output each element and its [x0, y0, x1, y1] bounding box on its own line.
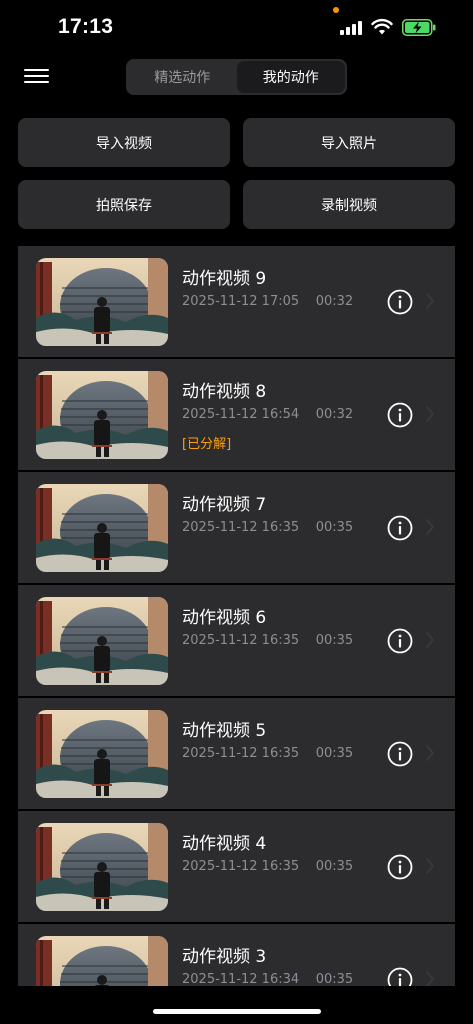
video-date: 2025-11-12 16:34 [182, 972, 300, 986]
tab-my-actions[interactable]: 我的动作 [236, 61, 345, 93]
video-thumbnail [36, 710, 168, 798]
video-duration: 00:35 [315, 859, 354, 874]
video-date: 2025-11-12 17:05 [182, 294, 300, 309]
video-list-item[interactable]: 动作视频 8 2025-11-12 16:54 00:32 [已分解] [18, 359, 455, 472]
video-date: 2025-11-12 16:35 [182, 520, 300, 535]
info-icon[interactable] [387, 515, 413, 541]
status-time: 17:13 [58, 15, 114, 38]
chevron-right-icon [426, 519, 435, 535]
video-duration: 00:35 [315, 972, 354, 986]
video-title: 动作视频 4 [182, 834, 267, 854]
video-date: 2025-11-12 16:35 [182, 859, 300, 874]
video-date: 2025-11-12 16:35 [182, 746, 300, 761]
video-title: 动作视频 3 [182, 947, 267, 967]
video-title: 动作视频 8 [182, 382, 267, 402]
privacy-indicator-dot [333, 7, 339, 13]
video-duration: 00:35 [315, 520, 354, 535]
tab-featured-actions[interactable]: 精选动作 [128, 61, 237, 93]
info-icon[interactable] [387, 289, 413, 315]
video-meta: 2025-11-12 17:05 00:32 [182, 294, 353, 309]
video-date: 2025-11-12 16:54 [182, 407, 300, 422]
chevron-right-icon [426, 293, 435, 309]
chevron-right-icon [426, 971, 435, 986]
video-thumbnail [36, 371, 168, 459]
video-thumbnail [36, 823, 168, 911]
video-thumbnail [36, 597, 168, 685]
action-buttons: 导入视频 导入照片 拍照保存 录制视频 [18, 118, 455, 229]
info-icon[interactable] [387, 402, 413, 428]
segmented-control: 精选动作 我的动作 [126, 59, 347, 95]
chevron-right-icon [426, 858, 435, 874]
video-list-item[interactable]: 动作视频 6 2025-11-12 16:35 00:35 [18, 585, 455, 698]
video-list: 动作视频 9 2025-11-12 17:05 00:32 动作视频 8 202… [18, 246, 455, 986]
video-list-item[interactable]: 动作视频 3 2025-11-12 16:34 00:35 [18, 924, 455, 986]
video-duration: 00:32 [315, 407, 354, 422]
import-video-button[interactable]: 导入视频 [18, 118, 230, 167]
decomposed-badge: [已分解] [182, 437, 232, 452]
video-duration: 00:32 [315, 294, 354, 309]
chevron-right-icon [426, 406, 435, 422]
info-icon[interactable] [387, 854, 413, 880]
video-title: 动作视频 9 [182, 269, 267, 289]
video-duration: 00:35 [315, 746, 354, 761]
video-meta: 2025-11-12 16:34 00:35 [182, 972, 353, 986]
meta-spacer [299, 972, 316, 986]
video-list-item[interactable]: 动作视频 7 2025-11-12 16:35 00:35 [18, 472, 455, 585]
video-list-item[interactable]: 动作视频 9 2025-11-12 17:05 00:32 [18, 246, 455, 359]
wifi-icon [371, 18, 393, 35]
chevron-right-icon [426, 745, 435, 761]
take-photo-button[interactable]: 拍照保存 [18, 180, 230, 229]
video-meta: 2025-11-12 16:35 00:35 [182, 746, 353, 761]
video-meta: 2025-11-12 16:35 00:35 [182, 859, 353, 874]
video-title: 动作视频 5 [182, 721, 267, 741]
video-title: 动作视频 6 [182, 608, 267, 628]
video-thumbnail [36, 936, 168, 986]
video-thumbnail [36, 484, 168, 572]
video-meta: 2025-11-12 16:35 00:35 [182, 520, 353, 535]
info-icon[interactable] [387, 628, 413, 654]
video-date: 2025-11-12 16:35 [182, 633, 300, 648]
meta-spacer [299, 294, 316, 309]
meta-spacer [299, 520, 316, 535]
info-icon[interactable] [387, 967, 413, 986]
video-list-item[interactable]: 动作视频 4 2025-11-12 16:35 00:35 [18, 811, 455, 924]
video-meta: 2025-11-12 16:54 00:32 [182, 407, 353, 422]
meta-spacer [299, 746, 316, 761]
home-indicator[interactable] [153, 1009, 321, 1014]
status-bar: 17:13 [0, 0, 473, 56]
video-thumbnail [36, 258, 168, 346]
info-icon[interactable] [387, 741, 413, 767]
import-photo-button[interactable]: 导入照片 [243, 118, 455, 167]
record-video-button[interactable]: 录制视频 [243, 180, 455, 229]
video-title: 动作视频 7 [182, 495, 267, 515]
battery-charging-icon [402, 19, 436, 36]
video-duration: 00:35 [315, 633, 354, 648]
menu-icon[interactable] [24, 66, 50, 86]
chevron-right-icon [426, 632, 435, 648]
video-meta: 2025-11-12 16:35 00:35 [182, 633, 353, 648]
meta-spacer [299, 633, 316, 648]
video-list-item[interactable]: 动作视频 5 2025-11-12 16:35 00:35 [18, 698, 455, 811]
cellular-signal-icon [340, 21, 364, 35]
meta-spacer [299, 859, 316, 874]
meta-spacer [299, 407, 316, 422]
